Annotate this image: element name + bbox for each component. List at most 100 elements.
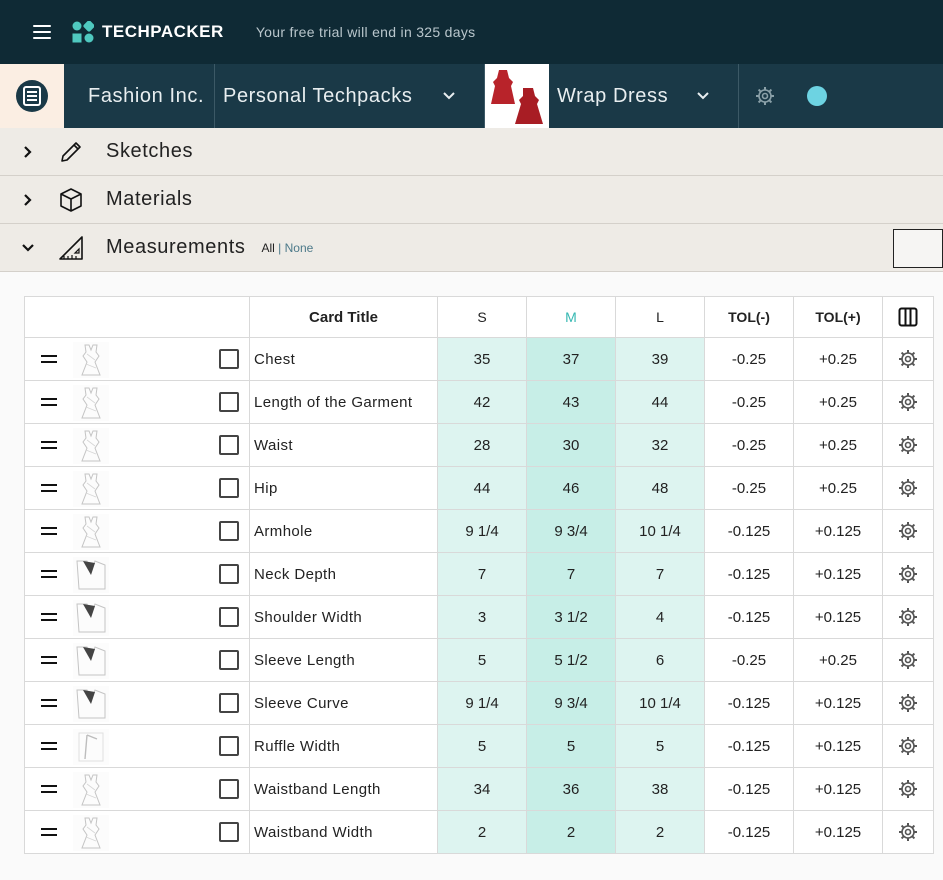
row-settings-button[interactable] xyxy=(882,423,934,467)
size-m-value[interactable]: 36 xyxy=(526,767,616,811)
measurement-sketch-thumbnail[interactable] xyxy=(73,471,109,507)
size-s-value[interactable]: 2 xyxy=(437,810,527,854)
row-checkbox[interactable] xyxy=(219,564,239,584)
size-l-value[interactable]: 2 xyxy=(615,810,705,854)
size-l-value[interactable]: 4 xyxy=(615,595,705,639)
row-checkbox[interactable] xyxy=(219,822,239,842)
product-selector[interactable]: Wrap Dress xyxy=(549,64,739,128)
size-s-value[interactable]: 9 1/4 xyxy=(437,509,527,553)
measurement-title[interactable]: Waist xyxy=(249,423,438,467)
size-s-value[interactable]: 42 xyxy=(437,380,527,424)
size-l-value[interactable]: 7 xyxy=(615,552,705,596)
chevron-right-icon[interactable] xyxy=(0,193,56,207)
tol-plus-value[interactable]: +0.125 xyxy=(793,552,883,596)
product-thumbnail[interactable] xyxy=(485,64,549,128)
tol-plus-value[interactable]: +0.25 xyxy=(793,380,883,424)
logo[interactable]: TECHPACKER xyxy=(72,21,224,43)
measurement-sketch-thumbnail[interactable] xyxy=(73,686,109,722)
header-tol-minus[interactable]: TOL(-) xyxy=(704,296,794,338)
section-action-box[interactable] xyxy=(893,229,943,268)
tol-minus-value[interactable]: -0.125 xyxy=(704,552,794,596)
measurement-title[interactable]: Shoulder Width xyxy=(249,595,438,639)
tol-plus-value[interactable]: +0.125 xyxy=(793,724,883,768)
measurement-sketch-thumbnail[interactable] xyxy=(73,514,109,550)
tol-plus-value[interactable]: +0.25 xyxy=(793,337,883,381)
drag-handle-icon[interactable] xyxy=(41,441,57,449)
measurement-title[interactable]: Armhole xyxy=(249,509,438,553)
chevron-right-icon[interactable] xyxy=(0,145,56,159)
size-l-value[interactable]: 48 xyxy=(615,466,705,510)
size-s-value[interactable]: 7 xyxy=(437,552,527,596)
row-settings-button[interactable] xyxy=(882,638,934,682)
measurement-sketch-thumbnail[interactable] xyxy=(73,557,109,593)
size-s-value[interactable]: 5 xyxy=(437,724,527,768)
techpacks-selector[interactable]: Personal Techpacks xyxy=(215,64,485,128)
row-checkbox[interactable] xyxy=(219,736,239,756)
size-m-value[interactable]: 9 3/4 xyxy=(526,509,616,553)
product-settings-button[interactable] xyxy=(739,64,791,128)
drag-handle-icon[interactable] xyxy=(41,355,57,363)
measurement-title[interactable]: Ruffle Width xyxy=(249,724,438,768)
section-sketches[interactable]: Sketches xyxy=(0,128,943,176)
tol-minus-value[interactable]: -0.125 xyxy=(704,810,794,854)
measurement-title[interactable]: Length of the Garment xyxy=(249,380,438,424)
tol-minus-value[interactable]: -0.25 xyxy=(704,423,794,467)
measurement-sketch-thumbnail[interactable] xyxy=(73,643,109,679)
row-settings-button[interactable] xyxy=(882,380,934,424)
size-s-value[interactable]: 44 xyxy=(437,466,527,510)
header-size-l[interactable]: L xyxy=(615,296,705,338)
row-checkbox[interactable] xyxy=(219,650,239,670)
row-settings-button[interactable] xyxy=(882,767,934,811)
measurement-sketch-thumbnail[interactable] xyxy=(73,342,109,378)
size-l-value[interactable]: 44 xyxy=(615,380,705,424)
row-checkbox[interactable] xyxy=(219,392,239,412)
row-settings-button[interactable] xyxy=(882,681,934,725)
measurement-sketch-thumbnail[interactable] xyxy=(73,428,109,464)
measurement-title[interactable]: Neck Depth xyxy=(249,552,438,596)
header-card-title[interactable]: Card Title xyxy=(249,296,438,338)
drag-handle-icon[interactable] xyxy=(41,656,57,664)
drag-handle-icon[interactable] xyxy=(41,613,57,621)
row-settings-button[interactable] xyxy=(882,509,934,553)
company-selector[interactable]: Fashion Inc. xyxy=(64,64,215,128)
tol-minus-value[interactable]: -0.125 xyxy=(704,681,794,725)
measurement-sketch-thumbnail[interactable] xyxy=(73,815,109,851)
section-materials[interactable]: Materials xyxy=(0,176,943,224)
drag-handle-icon[interactable] xyxy=(41,398,57,406)
size-s-value[interactable]: 34 xyxy=(437,767,527,811)
tol-plus-value[interactable]: +0.25 xyxy=(793,638,883,682)
size-m-value[interactable]: 2 xyxy=(526,810,616,854)
size-m-value[interactable]: 30 xyxy=(526,423,616,467)
drag-handle-icon[interactable] xyxy=(41,785,57,793)
size-l-value[interactable]: 6 xyxy=(615,638,705,682)
row-checkbox[interactable] xyxy=(219,478,239,498)
measurement-sketch-thumbnail[interactable] xyxy=(73,600,109,636)
size-m-value[interactable]: 46 xyxy=(526,466,616,510)
size-s-value[interactable]: 35 xyxy=(437,337,527,381)
row-settings-button[interactable] xyxy=(882,810,934,854)
size-m-value[interactable]: 9 3/4 xyxy=(526,681,616,725)
size-l-value[interactable]: 10 1/4 xyxy=(615,509,705,553)
drag-handle-icon[interactable] xyxy=(41,527,57,535)
row-checkbox[interactable] xyxy=(219,779,239,799)
measurement-title[interactable]: Sleeve Curve xyxy=(249,681,438,725)
row-checkbox[interactable] xyxy=(219,693,239,713)
row-checkbox[interactable] xyxy=(219,435,239,455)
size-l-value[interactable]: 38 xyxy=(615,767,705,811)
row-checkbox[interactable] xyxy=(219,521,239,541)
tol-plus-value[interactable]: +0.25 xyxy=(793,466,883,510)
measurement-title[interactable]: Waistband Width xyxy=(249,810,438,854)
row-settings-button[interactable] xyxy=(882,337,934,381)
tol-plus-value[interactable]: +0.125 xyxy=(793,681,883,725)
tol-minus-value[interactable]: -0.125 xyxy=(704,509,794,553)
size-m-value[interactable]: 37 xyxy=(526,337,616,381)
measurement-sketch-thumbnail[interactable] xyxy=(73,772,109,808)
chevron-down-icon[interactable] xyxy=(0,243,56,253)
tol-minus-value[interactable]: -0.125 xyxy=(704,595,794,639)
columns-toggle-button[interactable] xyxy=(882,296,934,338)
header-size-s[interactable]: S xyxy=(437,296,527,338)
tol-minus-value[interactable]: -0.25 xyxy=(704,638,794,682)
tol-plus-value[interactable]: +0.125 xyxy=(793,595,883,639)
size-m-value[interactable]: 43 xyxy=(526,380,616,424)
drag-handle-icon[interactable] xyxy=(41,699,57,707)
